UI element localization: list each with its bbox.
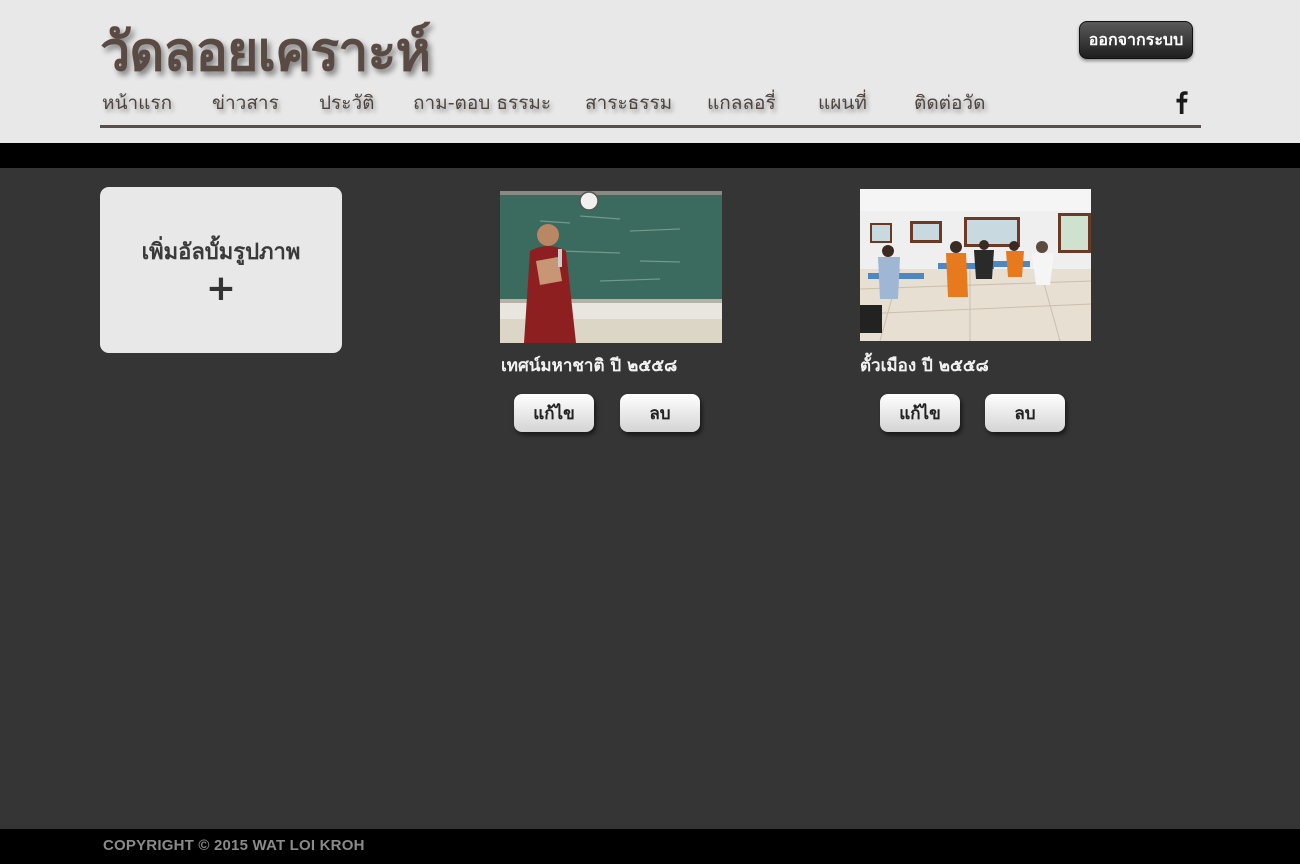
nav-item-news[interactable]: ข่าวสาร <box>212 88 279 118</box>
nav-divider <box>100 125 1201 128</box>
main-nav: หน้าแรก ข่าวสาร ประวัติ ถาม-ตอบ ธรรมะ สา… <box>100 88 1200 124</box>
nav-item-dharma-articles[interactable]: สาระธรรม <box>585 88 672 118</box>
add-album-label: เพิ่มอัลบั้มรูปภาพ <box>141 239 301 265</box>
delete-album-button[interactable]: ลบ <box>620 394 700 432</box>
nav-item-contact[interactable]: ติดต่อวัด <box>914 88 985 118</box>
add-album-card[interactable]: เพิ่มอัลบั้มรูปภาพ + <box>100 187 342 353</box>
copyright-text: COPYRIGHT © 2015 WAT LOI KROH <box>103 837 365 854</box>
site-header: วัดลอยเคราะห์ ออกจากระบบ หน้าแรก ข่าวสาร… <box>0 0 1300 143</box>
album-cover-image[interactable] <box>500 191 722 343</box>
nav-item-history[interactable]: ประวัติ <box>319 88 374 118</box>
nav-item-map[interactable]: แผนที่ <box>818 88 867 118</box>
album-cover-image[interactable] <box>860 189 1091 341</box>
nav-item-gallery[interactable]: แกลลอรี่ <box>707 88 776 118</box>
edit-album-button[interactable]: แก้ไข <box>514 394 594 432</box>
plus-icon: + <box>205 267 237 309</box>
header-band <box>0 143 1300 168</box>
album-title: ตั้วเมือง ปี ๒๕๕๘ <box>860 356 989 376</box>
album-title: เทศน์มหาชาติ ปี ๒๕๕๘ <box>501 356 678 376</box>
delete-album-button[interactable]: ลบ <box>985 394 1065 432</box>
nav-item-home[interactable]: หน้าแรก <box>102 88 172 118</box>
nav-item-dharma-qa[interactable]: ถาม-ตอบ ธรรมะ <box>413 88 551 118</box>
edit-album-button[interactable]: แก้ไข <box>880 394 960 432</box>
site-footer: COPYRIGHT © 2015 WAT LOI KROH <box>0 829 1300 864</box>
facebook-icon[interactable] <box>1172 89 1192 115</box>
site-title[interactable]: วัดลอยเคราะห์ <box>100 8 431 94</box>
logout-button[interactable]: ออกจากระบบ <box>1079 21 1193 59</box>
